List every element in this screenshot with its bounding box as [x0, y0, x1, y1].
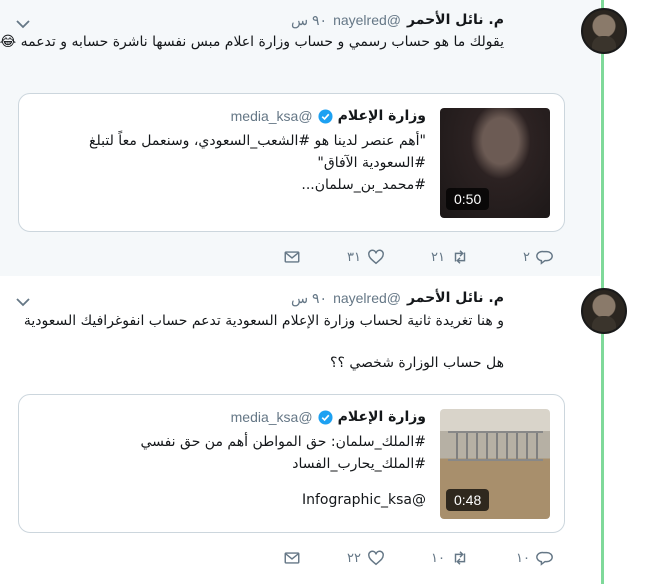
- tweet[interactable]: م. نائل الأحمر @nayelred ٩٠ س و هنا تغري…: [0, 276, 627, 584]
- like-count: ٣١: [347, 249, 361, 265]
- quoted-tweet-card[interactable]: 0:48 وزارة الإعلام @media_ksa #الملك_سلم…: [18, 394, 565, 533]
- quoted-line: #محمد_بن_سلمان...: [301, 177, 426, 193]
- retweet-count: ١٠: [431, 550, 445, 566]
- tweet-actions: ٢ ٢١ ٣١: [283, 247, 554, 267]
- tweet-text: و هنا تغريدة ثانية لحساب وزارة الإعلام ا…: [23, 313, 504, 329]
- video-duration: 0:50: [446, 188, 490, 210]
- tweet-text-second-line: هل حساب الوزارة شخصي ؟؟: [330, 355, 504, 371]
- avatar[interactable]: [581, 8, 627, 54]
- retweet-icon: [454, 551, 466, 565]
- tweet-time[interactable]: ٩٠ س: [291, 290, 327, 307]
- tweet-header: م. نائل الأحمر @nayelred ٩٠ س: [291, 288, 504, 308]
- quoted-line: #الملك_سلمان: حق المواطن أهم من حق نفسي: [140, 434, 426, 450]
- quoted-author-name: وزارة الإعلام: [337, 108, 426, 124]
- like-button[interactable]: ٣١: [301, 247, 385, 267]
- chevron-down-icon[interactable]: [16, 292, 30, 307]
- tweet-header: م. نائل الأحمر @nayelred ٩٠ س: [291, 10, 504, 30]
- quoted-mention: @Infographic_ksa: [301, 492, 426, 508]
- author-name[interactable]: م. نائل الأحمر: [407, 290, 504, 306]
- quoted-tweet-text: #الملك_سلمان: حق المواطن أهم من حق نفسي …: [26, 431, 426, 511]
- video-thumbnail[interactable]: 0:48: [440, 409, 550, 519]
- tweet[interactable]: م. نائل الأحمر @nayelred ٩٠ س يقولك ما ه…: [0, 0, 627, 276]
- quoted-line: "أهم عنصر لدينا هو #الشعب_السعودي، وسنعم…: [89, 133, 426, 149]
- retweet-icon: [454, 250, 466, 264]
- retweet-button[interactable]: ٢١: [385, 247, 469, 267]
- quoted-author-name: وزارة الإعلام: [337, 409, 426, 425]
- quoted-tweet-text: "أهم عنصر لدينا هو #الشعب_السعودي، وسنعم…: [26, 130, 426, 196]
- reply-icon: [536, 551, 553, 566]
- author-handle[interactable]: @nayelred: [333, 12, 401, 28]
- like-count: ٢٢: [347, 550, 361, 566]
- direct-message-button[interactable]: [283, 548, 301, 568]
- quoted-author-handle: @media_ksa: [230, 409, 313, 425]
- quoted-tweet-card[interactable]: 0:50 وزارة الإعلام @media_ksa "أهم عنصر …: [18, 93, 565, 232]
- chevron-down-icon[interactable]: [16, 14, 30, 29]
- message-icon: [284, 251, 300, 263]
- verified-icon: [318, 409, 333, 425]
- reply-button[interactable]: ٢: [469, 247, 554, 267]
- reply-icon: [536, 250, 553, 265]
- video-thumbnail[interactable]: 0:50: [440, 108, 550, 218]
- tweet-text: يقولك ما هو حساب رسمي و حساب وزارة اعلام…: [0, 34, 504, 50]
- verified-icon: [318, 108, 333, 124]
- tweet-actions: ١٠ ١٠ ٢٢: [283, 548, 554, 568]
- reply-count: ١٠: [516, 550, 530, 566]
- tweet-time[interactable]: ٩٠ س: [291, 12, 327, 29]
- quoted-tweet-header: وزارة الإعلام @media_ksa: [231, 108, 426, 124]
- retweet-button[interactable]: ١٠: [385, 548, 469, 568]
- avatar[interactable]: [581, 288, 627, 334]
- like-icon: [368, 249, 384, 265]
- quoted-author-handle: @media_ksa: [230, 108, 313, 124]
- video-duration: 0:48: [446, 489, 490, 511]
- quoted-line: #الملك_يحارب_الفساد: [292, 456, 426, 472]
- like-icon: [368, 550, 384, 566]
- quoted-tweet-header: وزارة الإعلام @media_ksa: [231, 409, 426, 425]
- direct-message-button[interactable]: [283, 247, 301, 267]
- reply-button[interactable]: ١٠: [469, 548, 554, 568]
- retweet-count: ٢١: [431, 249, 445, 265]
- author-handle[interactable]: @nayelred: [333, 290, 401, 306]
- reply-count: ٢: [523, 249, 530, 265]
- message-icon: [284, 552, 300, 564]
- like-button[interactable]: ٢٢: [301, 548, 385, 568]
- author-name[interactable]: م. نائل الأحمر: [407, 12, 504, 28]
- quoted-line: #السعودية الآفاق": [317, 155, 426, 171]
